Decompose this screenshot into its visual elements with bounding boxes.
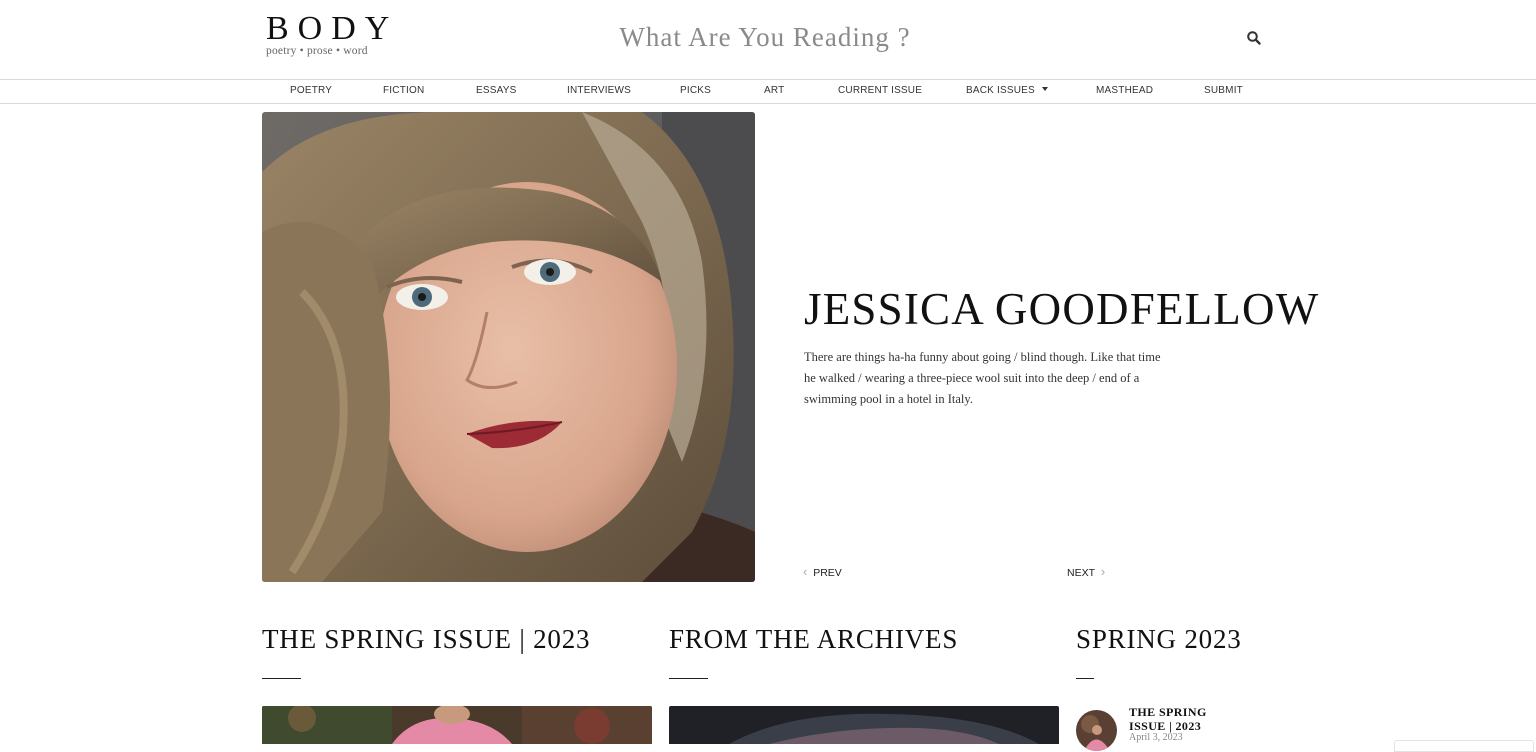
next-label: NEXT <box>1067 567 1096 579</box>
sidebar-post-date: April 3, 2023 <box>1129 732 1183 743</box>
site-tagline: What Are You Reading ? <box>619 22 911 52</box>
spring-issue-card-image[interactable] <box>262 706 652 744</box>
site-header: BODY poetry • prose • word What Are You … <box>0 0 1536 80</box>
caret-down-icon <box>1041 87 1048 91</box>
chevron-left-icon: ‹ <box>803 564 808 579</box>
nav-item-masthead[interactable]: MASTHEAD <box>1096 85 1153 96</box>
chevron-right-icon: › <box>1100 564 1106 579</box>
prev-button[interactable]: ‹ PREV <box>803 564 842 579</box>
main-nav: POETRY FICTION ESSAYS INTERVIEWS PICKS A… <box>0 80 1536 104</box>
nav-item-art[interactable]: ART <box>764 85 784 96</box>
logo-wordmark: BODY <box>266 10 399 47</box>
nav-item-back-issues[interactable]: BACK ISSUES <box>966 85 1048 96</box>
nav-item-current-issue[interactable]: CURRENT ISSUE <box>838 85 922 96</box>
nav-item-back-issues-label: BACK ISSUES <box>966 85 1035 96</box>
section-title-spring-sidebar: SPRING 2023 <box>1076 624 1242 654</box>
archives-card-image[interactable] <box>669 706 1059 744</box>
search-icon[interactable] <box>1246 30 1262 46</box>
floating-widget[interactable] <box>1394 740 1534 752</box>
sidebar-post-title[interactable]: THE SPRING ISSUE | 2023 <box>1129 705 1239 733</box>
nav-item-fiction[interactable]: FICTION <box>383 85 424 96</box>
site-logo[interactable]: BODY poetry • prose • word <box>266 10 399 58</box>
section-divider <box>1076 678 1094 679</box>
nav-item-poetry[interactable]: POETRY <box>290 85 332 96</box>
section-divider <box>262 678 301 679</box>
nav-item-essays[interactable]: ESSAYS <box>476 85 516 96</box>
next-button[interactable]: NEXT › <box>1067 564 1105 579</box>
sidebar-post-thumbnail[interactable] <box>1076 710 1117 751</box>
prev-label: PREV <box>813 567 842 579</box>
nav-item-interviews[interactable]: INTERVIEWS <box>567 85 631 96</box>
hero-author-photo[interactable] <box>262 112 755 582</box>
nav-item-submit[interactable]: SUBMIT <box>1204 85 1243 96</box>
hero-title[interactable]: JESSICA GOODFELLOW <box>804 283 1319 335</box>
section-divider <box>669 678 708 679</box>
hero-excerpt: There are things ha-ha funny about going… <box>804 350 1161 406</box>
nav-item-picks[interactable]: PICKS <box>680 85 711 96</box>
section-title-spring-issue: THE SPRING ISSUE | 2023 <box>262 624 591 654</box>
section-title-archives: FROM THE ARCHIVES <box>669 624 959 654</box>
